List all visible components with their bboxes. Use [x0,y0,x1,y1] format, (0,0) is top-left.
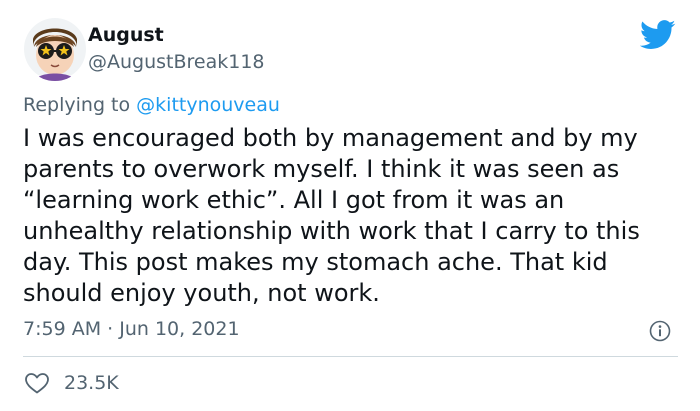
divider [23,356,678,357]
tweet-timestamp[interactable]: 7:59 AM · Jun 10, 2021 [23,318,240,340]
avatar[interactable] [23,17,87,81]
display-name[interactable]: August [88,24,164,46]
heart-icon[interactable] [24,371,50,395]
tweet-card: August @AugustBreak118 Replying to @kitt… [0,0,700,411]
twitter-bird-glyph [639,20,676,49]
avatar-image [24,18,86,81]
replying-to: Replying to @kittynouveau [23,94,280,116]
like-count: 23.5K [64,372,119,394]
info-glyph [649,320,671,342]
reply-mention-link[interactable]: @kittynouveau [136,94,280,116]
heart-glyph [25,373,49,394]
info-icon[interactable] [649,320,671,342]
replying-to-prefix: Replying to [23,94,131,116]
user-handle[interactable]: @AugustBreak118 [88,51,265,73]
twitter-bird-icon[interactable] [639,20,676,50]
tweet-text: I was encouraged both by management and … [23,124,640,307]
